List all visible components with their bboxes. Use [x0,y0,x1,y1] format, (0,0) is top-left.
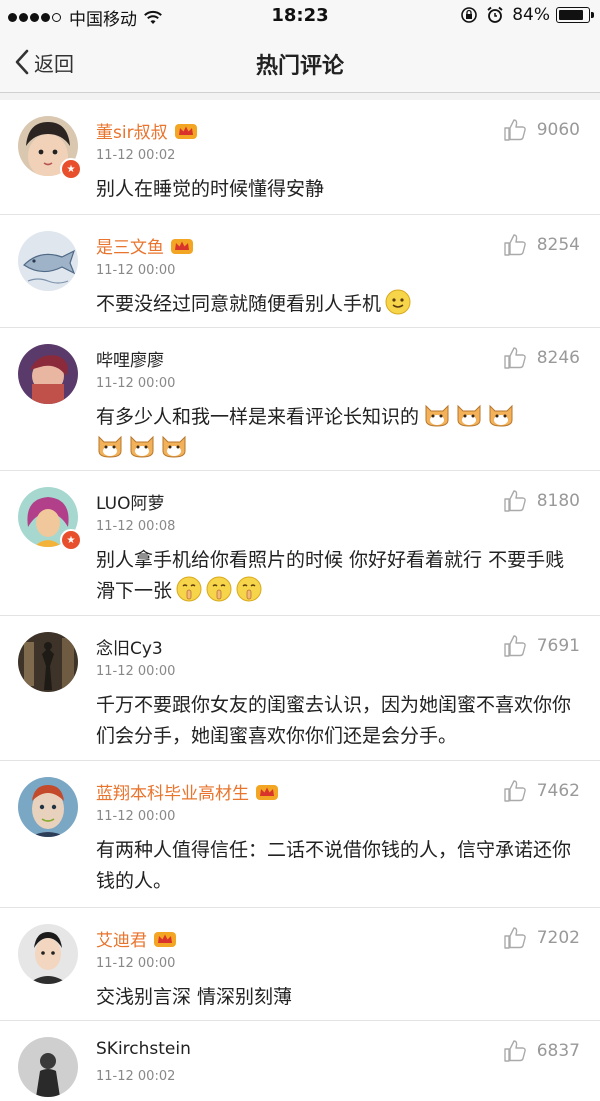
like-count: 6837 [536,1041,580,1061]
commenter-name-row: 艾迪君 [96,926,177,951]
cat-emoji-icon [457,404,481,427]
alarm-icon [487,6,503,23]
commenter-name-row: SKirchstein [96,1039,191,1059]
comment-item[interactable]: 念旧Cy3 11-12 00:00 7691 千万不要跟你女友的闺蜜去认识，因为… [0,616,600,761]
shush-emoji-icon [236,576,262,602]
nav-bar: 返回 热门评论 [0,32,600,93]
comment-time: 11-12 00:00 [96,956,176,971]
like-button[interactable]: 9060 [503,118,580,142]
page-title: 热门评论 [255,54,344,79]
like-button[interactable]: 8246 [503,346,580,370]
like-button[interactable]: 7691 [503,634,580,658]
commenter-name-row: 是三文鱼 [96,233,194,258]
commenter-name[interactable]: LUO阿萝 [96,489,164,514]
commenter-name[interactable]: 念旧Cy3 [96,634,163,659]
avatar[interactable] [18,344,78,404]
comment-text: 有多少人和我一样是来看评论长知识的 [96,402,578,464]
rotation-lock-icon [461,7,478,23]
cat-emoji-icon [162,435,186,458]
commenter-name[interactable]: 艾迪君 [96,926,147,951]
like-button[interactable]: 7462 [503,779,580,803]
comment-time: 11-12 00:00 [96,376,176,391]
comment-text: 千万不要跟你女友的闺蜜去认识，因为她闺蜜不喜欢你你们会分手，她闺蜜喜欢你你们还是… [96,694,572,747]
commenter-name[interactable]: 是三文鱼 [96,233,164,258]
vip-crown-icon [256,784,278,800]
commenter-name[interactable]: SKirchstein [96,1039,191,1059]
comment-item[interactable]: 哔哩廖廖 11-12 00:00 8246 有多少人和我一样是来看评论长知识的 [0,328,600,471]
thumbs-up-icon [504,119,526,141]
like-count: 7202 [536,928,580,948]
cat-emoji-icon [425,404,449,427]
comment-time: 11-12 00:08 [96,519,176,534]
vip-crown-icon [171,238,193,254]
thumbs-up-icon [504,347,526,369]
avatar[interactable] [18,924,78,984]
avatar[interactable] [18,231,78,291]
cat-emoji-icon [489,404,513,427]
shush-emoji-icon [176,576,202,602]
vip-crown-icon [174,123,197,139]
commenter-name-row: 哔哩廖廖 [96,346,164,371]
status-right: 84% [460,5,594,25]
thumbs-up-icon [504,780,526,802]
cat-emoji-icon [130,435,154,458]
thumbs-up-icon [504,927,526,949]
comment-time: 11-12 00:02 [96,1069,176,1084]
comment-text: 有两种人值得信任：二话不说借你钱的人，信守承诺还你钱的人。 [96,839,572,892]
smile-emoji-icon [385,289,411,315]
shush-emoji-icon [206,576,232,602]
comment-item[interactable]: 是三文鱼 11-12 00:00 8254 不要没经过同意就随便看别人手机 [0,215,600,328]
commenter-name[interactable]: 董sir叔叔 [96,118,168,143]
status-bar: 中国移动 18:23 84% [0,0,600,32]
comment-text-body: 不要没经过同意就随便看别人手机 [96,293,382,315]
commenter-name[interactable]: 蓝翔本科毕业高材生 [96,779,249,804]
cat-emoji-icon [98,435,122,458]
comment-time: 11-12 00:00 [96,809,176,824]
comment-time: 11-12 00:02 [96,148,176,163]
comment-list: ★ 董sir叔叔 11-12 00:02 9060 别人在睡觉的时候懂得安静 是… [0,100,600,1101]
like-count: 7462 [536,781,580,801]
thumbs-up-icon [504,490,526,512]
like-button[interactable]: 8180 [503,489,580,513]
comment-time: 11-12 00:00 [96,263,176,278]
thumbs-up-icon [504,234,526,256]
comment-item[interactable]: ★ LUO阿萝 11-12 00:08 8180 别人拿手机给你看照片的时候 你… [0,471,600,616]
comment-text: 别人拿手机给你看照片的时候 你好好看着就行 不要手贱滑下一张 [96,545,578,607]
like-button[interactable]: 8254 [503,233,580,257]
comment-text-body: 有多少人和我一样是来看评论长知识的 [96,406,420,428]
verified-badge-icon: ★ [60,529,82,551]
comment-item[interactable]: ★ 董sir叔叔 11-12 00:02 9060 别人在睡觉的时候懂得安静 [0,100,600,215]
commenter-name-row: 蓝翔本科毕业高材生 [96,779,279,804]
like-count: 8254 [536,235,580,255]
like-count: 8246 [536,348,580,368]
vip-crown-icon [154,931,176,947]
comment-text: 别人在睡觉的时候懂得安静 [96,178,325,200]
comment-item[interactable]: 蓝翔本科毕业高材生 11-12 00:00 7462 有两种人值得信任：二话不说… [0,761,600,908]
avatar[interactable] [18,777,78,837]
comment-item[interactable]: 艾迪君 11-12 00:00 7202 交浅别言深 情深别刻薄 [0,908,600,1021]
commenter-name-row: LUO阿萝 [96,489,164,514]
verified-badge-icon: ★ [60,158,82,180]
comment-text: 交浅别言深 情深别刻薄 [96,986,293,1008]
battery-fill [559,10,583,20]
comment-item[interactable]: SKirchstein 11-12 00:02 6837 [0,1021,600,1101]
thumbs-up-icon [504,1040,526,1062]
battery-icon [556,7,594,23]
comment-time: 11-12 00:00 [96,664,176,679]
avatar[interactable] [18,632,78,692]
like-count: 8180 [536,491,580,511]
like-count: 7691 [536,636,580,656]
like-button[interactable]: 7202 [503,926,580,950]
commenter-name-row: 念旧Cy3 [96,634,163,659]
comment-text: 不要没经过同意就随便看别人手机 [96,289,578,320]
commenter-name-row: 董sir叔叔 [96,118,198,143]
comment-text-body: 别人拿手机给你看照片的时候 你好好看着就行 不要手贱滑下一张 [96,549,565,602]
commenter-name[interactable]: 哔哩廖廖 [96,346,164,371]
avatar[interactable] [18,1037,78,1097]
thumbs-up-icon [504,635,526,657]
battery-percent: 84% [512,5,550,25]
like-count: 9060 [536,120,580,140]
like-button[interactable]: 6837 [503,1039,580,1063]
